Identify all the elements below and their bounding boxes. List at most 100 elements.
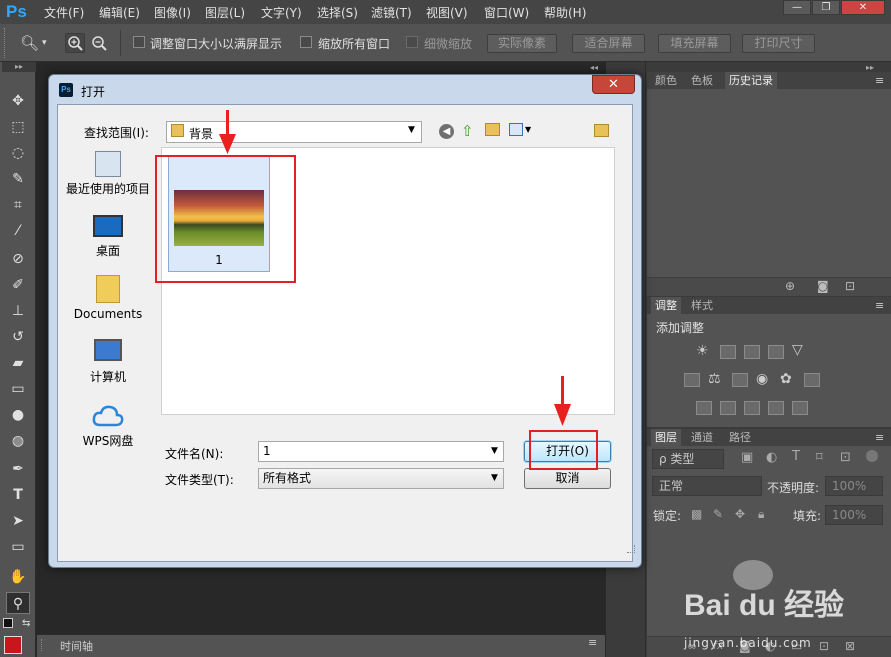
print-size-button[interactable]: 打印尺寸: [742, 34, 815, 53]
menu-help[interactable]: 帮助(H): [544, 4, 586, 21]
exposure-icon[interactable]: [768, 345, 784, 359]
resize-grip[interactable]: [627, 545, 635, 553]
place-desktop[interactable]: 桌面: [61, 215, 155, 259]
fill-field[interactable]: 100%: [825, 505, 883, 525]
hand-tool-icon[interactable]: ✋: [6, 566, 30, 588]
menu-view[interactable]: 视图(V): [426, 4, 468, 21]
zoom-tool-icon[interactable]: 🔍︎: [20, 34, 39, 52]
new-layer-icon[interactable]: ⊡: [819, 639, 829, 653]
new-folder-icon[interactable]: [485, 123, 500, 136]
blend-mode-select[interactable]: 正常: [652, 476, 762, 496]
cancel-button[interactable]: 取消: [524, 468, 611, 489]
chevron-down-icon[interactable]: ▾: [42, 38, 47, 48]
crop-tool-icon[interactable]: ⌗: [6, 194, 30, 216]
gradient-tool-icon[interactable]: ▭: [6, 378, 30, 400]
invert-icon[interactable]: [696, 401, 712, 415]
delete-layer-icon[interactable]: ⊠: [845, 639, 855, 653]
options-bar-grip[interactable]: [4, 28, 7, 58]
fill-screen-button[interactable]: 填充屏幕: [658, 34, 731, 53]
scrubby-zoom-checkbox[interactable]: [406, 36, 418, 48]
black-white-icon[interactable]: [732, 373, 748, 387]
panel-menu-icon[interactable]: ≡: [875, 431, 884, 444]
type-tool-icon[interactable]: T: [6, 484, 30, 506]
zoom-all-checkbox[interactable]: [300, 36, 312, 48]
menu-filter[interactable]: 滤镜(T): [371, 4, 412, 21]
tab-channels[interactable]: 通道: [687, 429, 717, 446]
toolbar-collapse-icon[interactable]: ▸▸: [2, 62, 36, 72]
eraser-tool-icon[interactable]: ▰: [6, 352, 30, 374]
photo-filter-icon[interactable]: ◉: [756, 371, 768, 387]
brightness-icon[interactable]: ☀: [696, 343, 709, 359]
brush-tool-icon[interactable]: ✐: [6, 274, 30, 296]
hue-saturation-icon[interactable]: [684, 373, 700, 387]
close-button[interactable]: ✕: [841, 0, 885, 15]
layer-kind-filter[interactable]: ρ 类型: [652, 449, 724, 469]
tab-history[interactable]: 历史记录: [725, 72, 777, 89]
panel-menu-icon[interactable]: ≡: [875, 74, 884, 87]
healing-brush-tool-icon[interactable]: ⊘: [6, 248, 30, 270]
shape-filter-icon[interactable]: ⌑: [816, 450, 823, 465]
dodge-tool-icon[interactable]: ◍: [6, 430, 30, 452]
new-document-from-state-icon[interactable]: ⊕: [785, 279, 795, 293]
posterize-icon[interactable]: [720, 401, 736, 415]
lock-transparent-icon[interactable]: ▩: [691, 507, 702, 521]
filename-input[interactable]: 1 ▼: [258, 441, 504, 462]
menu-image[interactable]: 图像(I): [154, 4, 191, 21]
clone-stamp-tool-icon[interactable]: ⊥: [6, 300, 30, 322]
tab-swatches[interactable]: 色板: [687, 72, 717, 89]
panel-collapse-icon[interactable]: ◂◂: [590, 63, 598, 72]
lock-all-icon[interactable]: 🔒︎: [758, 507, 764, 522]
chevron-down-icon[interactable]: ▼: [525, 125, 531, 134]
up-folder-icon[interactable]: ⇧: [461, 122, 474, 140]
adjustment-filter-icon[interactable]: ◐: [766, 450, 777, 465]
threshold-icon[interactable]: [744, 401, 760, 415]
place-recent[interactable]: 最近使用的项目: [61, 151, 155, 197]
panel-menu-icon[interactable]: ≡: [588, 636, 597, 649]
back-icon[interactable]: ◀: [439, 124, 454, 139]
channel-mixer-icon[interactable]: ✿: [780, 371, 792, 387]
opacity-field[interactable]: 100%: [825, 476, 883, 496]
history-brush-tool-icon[interactable]: ↺: [6, 326, 30, 348]
restore-button[interactable]: ❐: [812, 0, 840, 15]
type-filter-icon[interactable]: T: [792, 449, 800, 464]
vibrance-icon[interactable]: ▽: [792, 342, 803, 358]
pen-tool-icon[interactable]: ✒: [6, 458, 30, 480]
move-tool-icon[interactable]: ✥: [6, 90, 30, 112]
place-wps-cloud[interactable]: WPS网盘: [61, 403, 155, 449]
filter-toggle-icon[interactable]: [866, 450, 878, 462]
close-icon[interactable]: ✕: [592, 75, 635, 94]
tab-paths[interactable]: 路径: [725, 429, 755, 446]
dock-collapse-icon[interactable]: ▸▸: [866, 63, 874, 72]
zoom-out-icon[interactable]: [90, 34, 108, 55]
color-lookup-icon[interactable]: [804, 373, 820, 387]
marquee-tool-icon[interactable]: ⬚: [6, 116, 30, 138]
levels-icon[interactable]: [720, 345, 736, 359]
gradient-map-icon[interactable]: [768, 401, 784, 415]
curves-icon[interactable]: [744, 345, 760, 359]
panel-menu-icon[interactable]: ≡: [875, 299, 884, 312]
pixel-filter-icon[interactable]: ▣: [741, 450, 753, 465]
place-documents[interactable]: Documents: [61, 275, 155, 321]
tab-layers[interactable]: 图层: [651, 429, 681, 446]
favorite-folder-icon[interactable]: [594, 124, 609, 137]
menu-select[interactable]: 选择(S): [317, 4, 358, 21]
minimize-button[interactable]: —: [783, 0, 811, 15]
fit-screen-button[interactable]: 适合屏幕: [572, 34, 645, 53]
resize-windows-checkbox[interactable]: [133, 36, 145, 48]
tab-styles[interactable]: 样式: [687, 297, 717, 314]
actual-pixels-button[interactable]: 实际像素: [487, 34, 557, 53]
blur-tool-icon[interactable]: ●: [6, 404, 30, 426]
tab-adjustments[interactable]: 调整: [651, 297, 681, 314]
quick-select-tool-icon[interactable]: ✎: [6, 168, 30, 190]
lasso-tool-icon[interactable]: ◌: [6, 142, 30, 164]
tab-color[interactable]: 颜色: [651, 72, 681, 89]
menu-file[interactable]: 文件(F): [44, 4, 84, 21]
timeline-label[interactable]: 时间轴: [60, 638, 93, 654]
default-colors-icon[interactable]: [3, 618, 13, 628]
timeline-grip[interactable]: [41, 639, 50, 651]
eyedropper-tool-icon[interactable]: ⁄: [6, 220, 30, 242]
foreground-color-swatch[interactable]: [4, 636, 22, 654]
lock-position-icon[interactable]: ✥: [735, 507, 745, 521]
color-balance-icon[interactable]: ⚖: [708, 371, 721, 387]
shape-tool-icon[interactable]: ▭: [6, 536, 30, 558]
